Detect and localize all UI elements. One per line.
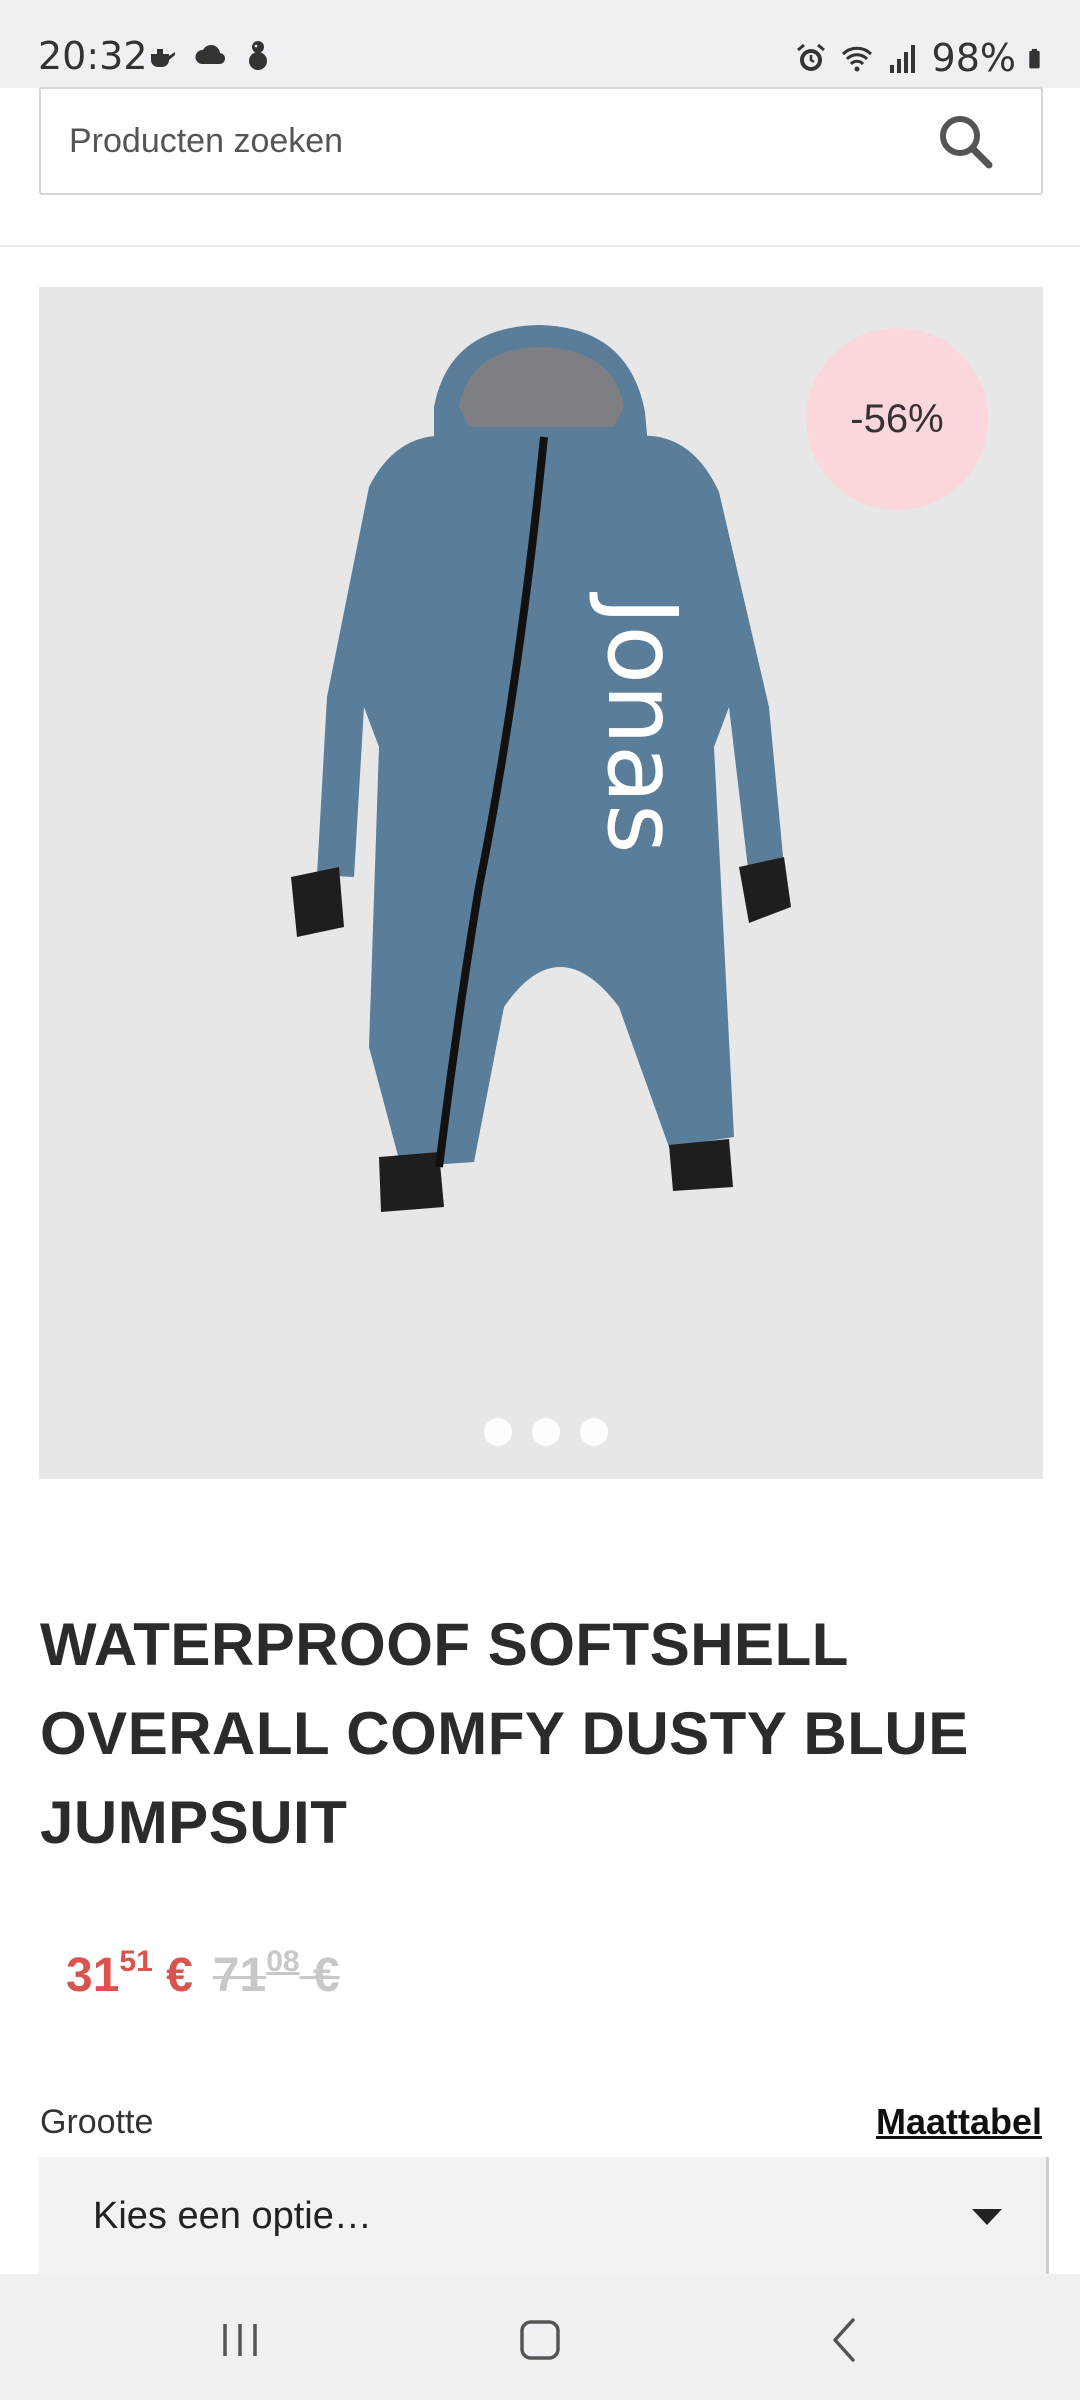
sale-price-whole: 31 bbox=[66, 1949, 120, 2002]
carousel-dot[interactable] bbox=[484, 1418, 512, 1446]
carousel-dot[interactable] bbox=[580, 1418, 608, 1446]
snowman-icon bbox=[249, 41, 267, 70]
size-label: Grootte bbox=[40, 2103, 154, 2141]
garment-name-text: Jonas bbox=[586, 592, 698, 854]
battery-percentage: 98% bbox=[931, 36, 1016, 80]
status-icons-left bbox=[145, 38, 275, 72]
header-divider bbox=[0, 245, 1080, 247]
search-icon[interactable] bbox=[935, 111, 995, 171]
back-icon[interactable] bbox=[815, 2310, 875, 2370]
wifi-icon bbox=[841, 46, 872, 72]
original-price-currency: € bbox=[312, 1949, 340, 2002]
size-chart-link[interactable]: Maattabel bbox=[876, 2101, 1042, 2143]
sale-price: 3151 € bbox=[66, 1945, 193, 2003]
size-select-value: Kies een optie… bbox=[93, 2195, 372, 2237]
alarm-icon bbox=[796, 43, 825, 71]
sale-price-cents: 51 bbox=[119, 1945, 153, 1978]
original-price-cents: 08 bbox=[266, 1945, 300, 1978]
cloud-icon bbox=[195, 45, 226, 65]
search-bar bbox=[39, 87, 1043, 195]
discount-badge: -56% bbox=[806, 328, 988, 510]
search-input[interactable] bbox=[69, 89, 929, 193]
carousel-dots bbox=[484, 1418, 608, 1446]
battery-icon bbox=[1029, 48, 1040, 69]
recent-apps-icon[interactable] bbox=[210, 2310, 270, 2370]
sale-price-currency: € bbox=[166, 1949, 193, 2002]
home-icon[interactable] bbox=[510, 2310, 570, 2370]
teapot-icon bbox=[147, 49, 175, 67]
carousel-dot[interactable] bbox=[532, 1418, 560, 1446]
size-select[interactable]: Kies een optie… bbox=[39, 2157, 1049, 2277]
price-row: 3151 € 7108 € bbox=[66, 1945, 340, 2025]
status-icons-right: 98% bbox=[794, 36, 1050, 80]
status-bar: 20:32 98% bbox=[0, 0, 1080, 88]
signal-icon bbox=[889, 45, 915, 73]
product-title: WATERPROOF SOFTSHELL OVERALL COMFY DUSTY… bbox=[40, 1611, 969, 1856]
system-nav-bar bbox=[0, 2274, 1080, 2400]
caret-down-icon bbox=[972, 2209, 1002, 2225]
original-price-whole: 71 bbox=[212, 1949, 267, 2002]
status-time: 20:32 bbox=[38, 34, 148, 78]
original-price: 7108 € bbox=[213, 1945, 340, 2003]
